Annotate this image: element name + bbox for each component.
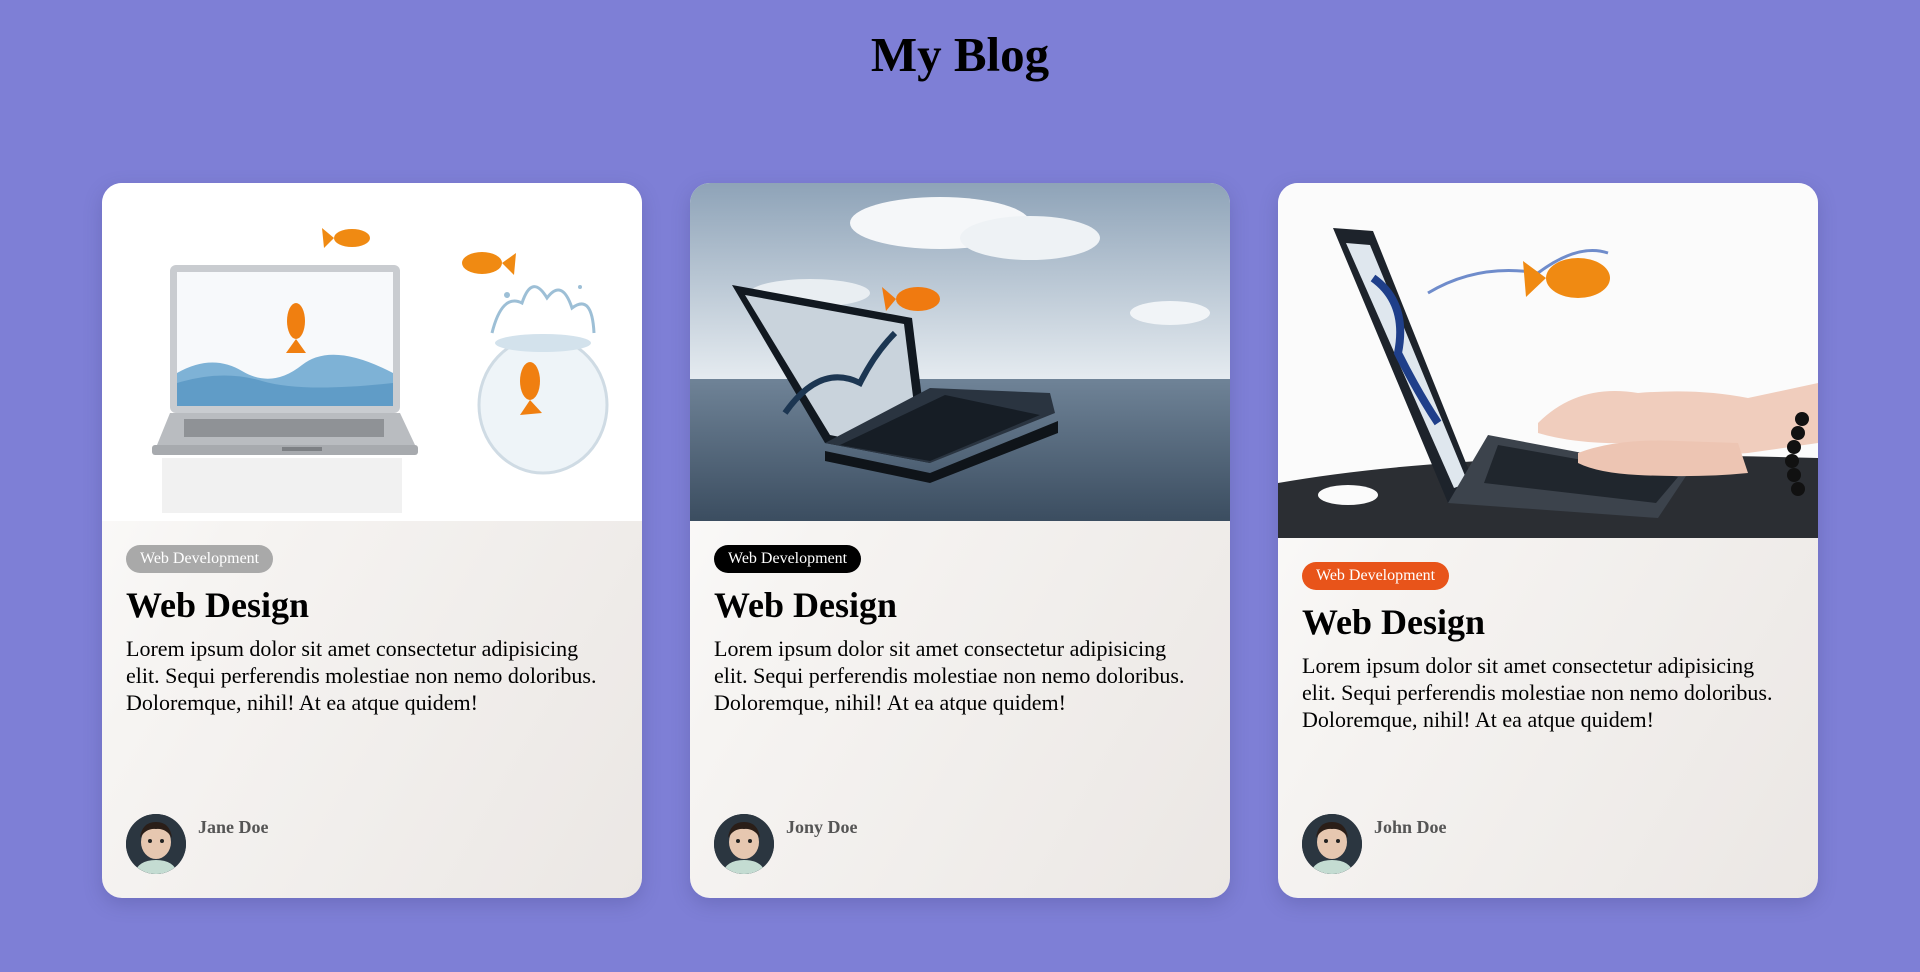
post-excerpt: Lorem ipsum dolor sit amet consectetur a…	[1302, 653, 1773, 732]
post-excerpt: Lorem ipsum dolor sit amet consectetur a…	[126, 636, 597, 715]
author-avatar	[1302, 814, 1362, 874]
post-title[interactable]: Web Design	[714, 581, 1206, 629]
author-name[interactable]: Jane Doe	[198, 817, 269, 838]
post-author: Jony Doe	[714, 814, 858, 874]
author-avatar	[714, 814, 774, 874]
post-title[interactable]: Web Design	[126, 581, 618, 629]
post-image	[102, 183, 642, 521]
author-avatar	[126, 814, 186, 874]
author-name[interactable]: John Doe	[1374, 817, 1447, 838]
category-tag[interactable]: Web Development	[714, 545, 862, 573]
post-image	[1278, 183, 1818, 538]
post-author: Jane Doe	[126, 814, 269, 874]
blog-card[interactable]: Web Development Web Design Lorem ipsum d…	[1278, 183, 1818, 898]
blog-card[interactable]: Web Development Web Design Lorem ipsum d…	[690, 183, 1230, 898]
post-excerpt: Lorem ipsum dolor sit amet consectetur a…	[714, 636, 1185, 715]
post-title[interactable]: Web Design	[1302, 598, 1794, 646]
page-title: My Blog	[870, 27, 1050, 82]
post-image	[690, 183, 1230, 521]
category-tag[interactable]: Web Development	[1302, 562, 1450, 590]
blog-card-list: Web Development Web Design Lorem ipsum d…	[102, 183, 1818, 898]
blog-card[interactable]: Web Development Web Design Lorem ipsum d…	[102, 183, 642, 898]
author-name[interactable]: Jony Doe	[786, 817, 858, 838]
category-tag[interactable]: Web Development	[126, 545, 274, 573]
post-author: John Doe	[1302, 814, 1447, 874]
